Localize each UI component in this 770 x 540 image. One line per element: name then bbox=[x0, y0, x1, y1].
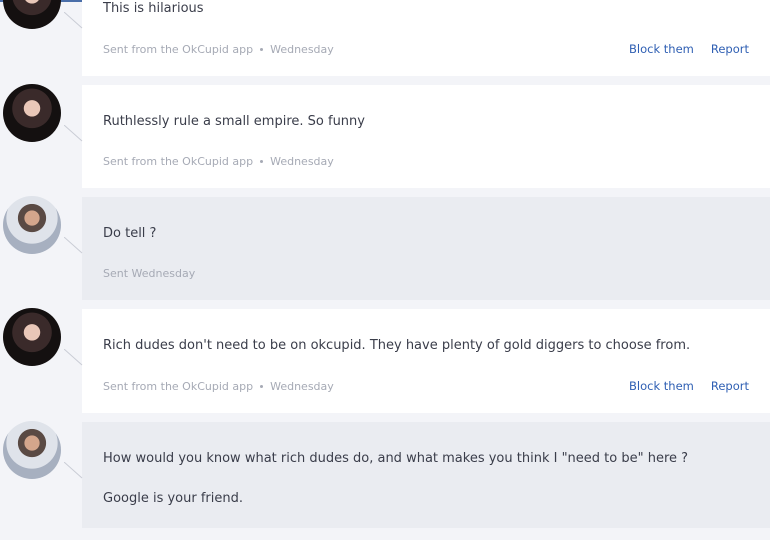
sent-via-label: Sent from the OkCupid app bbox=[103, 42, 254, 56]
message-meta: Sent from the OkCupid app Wednesday Bloc… bbox=[103, 42, 749, 56]
message-text: Google is your friend. bbox=[103, 491, 244, 506]
bubble-tail bbox=[64, 349, 83, 366]
bubble-tail bbox=[64, 12, 83, 29]
block-them-link[interactable]: Block them bbox=[629, 379, 694, 393]
bubble-tail bbox=[64, 125, 83, 142]
message-item: How would you know what rich dudes do, a… bbox=[0, 421, 770, 528]
message-text: Rich dudes don't need to be on okcupid. … bbox=[103, 338, 691, 353]
separator-dot bbox=[260, 384, 264, 388]
message-text: How would you know what rich dudes do, a… bbox=[103, 451, 689, 466]
bubble-tail bbox=[64, 237, 83, 254]
message-item: This is hilarious Sent from the OkCupid … bbox=[0, 0, 770, 76]
sent-label: Sent Wednesday bbox=[103, 267, 196, 280]
bubble-tail bbox=[64, 462, 83, 479]
message-bubble: Ruthlessly rule a small empire. So funny… bbox=[82, 85, 770, 188]
message-bubble: How would you know what rich dudes do, a… bbox=[82, 422, 770, 528]
message-bubble: Rich dudes don't need to be on okcupid. … bbox=[82, 309, 770, 413]
avatar[interactable] bbox=[3, 421, 61, 479]
message-text: Ruthlessly rule a small empire. So funny bbox=[103, 114, 365, 129]
block-them-link[interactable]: Block them bbox=[629, 42, 694, 56]
report-link[interactable]: Report bbox=[711, 379, 749, 393]
message-thread: This is hilarious Sent from the OkCupid … bbox=[0, 0, 770, 537]
message-meta: Sent from the OkCupid app Wednesday bbox=[103, 155, 749, 168]
message-meta: Sent Wednesday bbox=[103, 267, 749, 280]
separator-dot bbox=[260, 47, 264, 51]
report-link[interactable]: Report bbox=[711, 42, 749, 56]
message-item: Do tell ? Sent Wednesday bbox=[0, 196, 770, 300]
avatar[interactable] bbox=[3, 308, 61, 366]
avatar[interactable] bbox=[3, 196, 61, 254]
message-text: Do tell ? bbox=[103, 226, 157, 241]
sent-via-label: Sent from the OkCupid app bbox=[103, 155, 254, 168]
separator-dot bbox=[260, 160, 264, 163]
avatar[interactable] bbox=[3, 0, 61, 29]
message-text: This is hilarious bbox=[103, 1, 204, 16]
sent-via-label: Sent from the OkCupid app bbox=[103, 379, 254, 393]
message-bubble: Do tell ? Sent Wednesday bbox=[82, 197, 770, 300]
sent-day: Wednesday bbox=[270, 379, 334, 393]
message-bubble: This is hilarious Sent from the OkCupid … bbox=[82, 0, 770, 76]
avatar[interactable] bbox=[3, 84, 61, 142]
sent-day: Wednesday bbox=[270, 42, 334, 56]
sent-day: Wednesday bbox=[270, 155, 334, 168]
message-item: Ruthlessly rule a small empire. So funny… bbox=[0, 84, 770, 188]
message-meta: Sent from the OkCupid app Wednesday Bloc… bbox=[103, 379, 749, 393]
message-item: Rich dudes don't need to be on okcupid. … bbox=[0, 308, 770, 413]
